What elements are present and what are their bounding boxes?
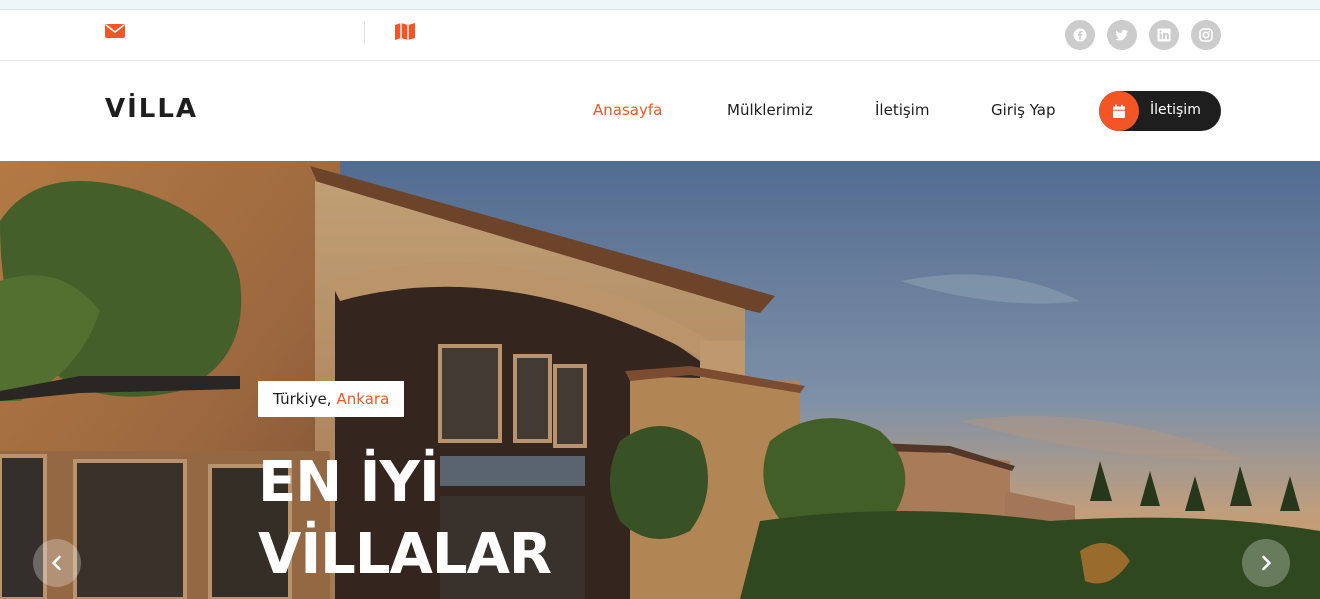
info-divider [364,22,365,44]
nav-home[interactable]: Anasayfa [593,101,662,119]
nav-contact[interactable]: İletişim [875,101,929,119]
chevron-left-icon [52,555,61,571]
location-city: Ankara [336,390,390,408]
facebook-icon[interactable] [1065,20,1095,50]
hero-title: EN İYİ VİLLALAR [258,447,758,591]
hero-title-line-1: EN İYİ [258,450,440,515]
nav-login[interactable]: Giriş Yap [991,101,1056,119]
social-links [1065,20,1221,50]
cta-label: İletişim [1150,102,1201,118]
calendar-icon [1099,91,1139,131]
twitter-icon[interactable] [1107,20,1137,50]
contact-cta-button[interactable]: İletişim [1099,91,1221,131]
nav-properties[interactable]: Mülklerimiz [727,101,813,119]
slider-next-button[interactable] [1242,539,1290,587]
location-country: Türkiye, [273,390,332,408]
envelope-icon [104,20,126,42]
map-icon [394,20,416,42]
location-badge: Türkiye, Ankara [258,381,405,417]
chevron-right-icon [1262,555,1271,571]
hero-title-line-2: VİLLALAR [258,522,552,587]
hero-slider: Türkiye, Ankara EN İYİ VİLLALAR [0,161,1320,599]
linkedin-icon[interactable] [1149,20,1179,50]
info-bar [0,10,1320,61]
site-logo[interactable]: VİLLA [105,94,198,124]
slider-prev-button[interactable] [33,539,81,587]
browser-top-strip [0,0,1320,10]
main-navbar: VİLLA Anasayfa Mülklerimiz İletişim Giri… [0,61,1320,161]
instagram-icon[interactable] [1191,20,1221,50]
